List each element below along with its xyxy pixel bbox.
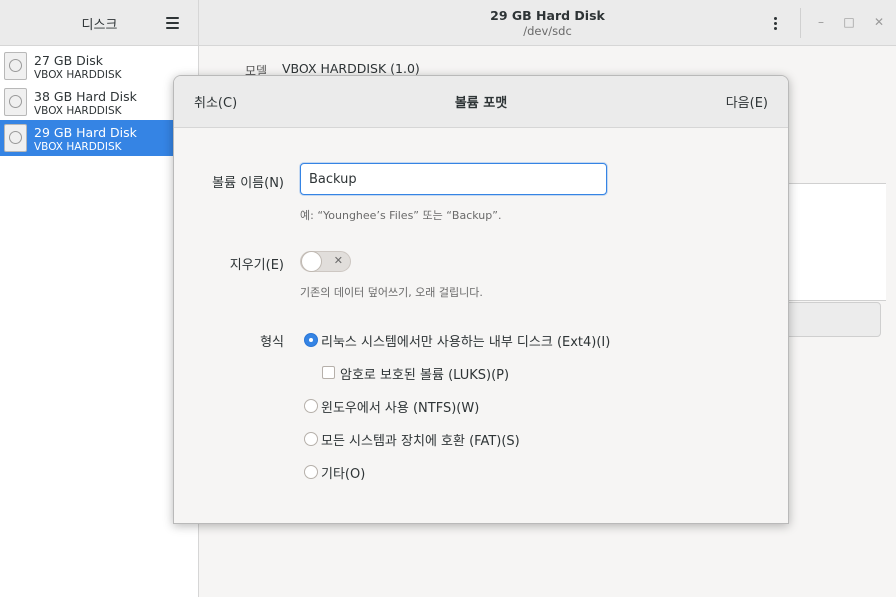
disk-item-27gb[interactable]: 27 GB Disk VBOX HARDDISK	[0, 48, 198, 84]
volume-toolbar	[787, 302, 881, 337]
option-luks-label: 암호로 보호된 볼륨 (LUKS)(P)	[340, 368, 510, 383]
dialog-title: 볼륨 포맷	[454, 96, 508, 111]
volume-name-hint: 예: “Younghee’s Files” 또는 “Backup”.	[300, 209, 502, 222]
cancel-button[interactable]: 취소(C)	[194, 92, 237, 111]
hard-disk-icon	[4, 124, 27, 152]
hard-disk-icon	[4, 52, 27, 80]
next-button[interactable]: 다음(E)	[726, 92, 768, 111]
volume-name-input[interactable]	[300, 163, 607, 195]
format-volume-dialog: 취소(C) 볼륨 포맷 다음(E) 볼륨 이름(N) 예: “Younghee’…	[173, 75, 789, 524]
volume-name-label: 볼륨 이름(N)	[212, 176, 284, 191]
more-options-icon[interactable]	[764, 12, 786, 34]
checkbox-luks[interactable]	[322, 366, 335, 379]
radio-ntfs[interactable]	[304, 399, 318, 413]
volume-map[interactable]	[787, 183, 886, 301]
erase-toggle[interactable]: ✕	[300, 251, 351, 272]
disk-model: VBOX HARDDISK	[34, 105, 122, 117]
option-fat-label: 모든 시스템과 장치에 호환 (FAT)(S)	[321, 434, 520, 449]
header-separator	[800, 8, 801, 38]
erase-hint: 기존의 데이터 덮어쓰기, 오래 걸립니다.	[300, 286, 483, 299]
model-value: VBOX HARDDISK (1.0)	[282, 61, 420, 76]
disk-item-29gb[interactable]: 29 GB Hard Disk VBOX HARDDISK	[0, 120, 198, 156]
option-ntfs-label: 윈도우에서 사용 (NTFS)(W)	[321, 401, 480, 416]
toggle-off-icon: ✕	[333, 254, 343, 267]
maximize-icon[interactable]: □	[841, 14, 857, 30]
option-ext4-label: 리눅스 시스템에서만 사용하는 내부 디스크 (Ext4)(I)	[321, 335, 611, 350]
option-other-label: 기타(O)	[321, 467, 366, 482]
sidebar-header: 디스크	[0, 0, 199, 46]
disk-device-path: /dev/sdc	[523, 24, 572, 38]
disk-name: 27 GB Disk	[34, 53, 103, 68]
radio-other[interactable]	[304, 465, 318, 479]
menu-icon[interactable]	[160, 12, 184, 34]
toggle-knob	[301, 251, 322, 272]
hard-disk-icon	[4, 88, 27, 116]
type-label: 형식	[260, 335, 284, 350]
disk-model: VBOX HARDDISK	[34, 141, 122, 153]
disk-item-38gb[interactable]: 38 GB Hard Disk VBOX HARDDISK	[0, 84, 198, 120]
disk-name: 29 GB Hard Disk	[34, 125, 137, 140]
radio-fat[interactable]	[304, 432, 318, 446]
disk-list: 27 GB Disk VBOX HARDDISK 38 GB Hard Disk…	[0, 46, 199, 597]
minimize-icon[interactable]: –	[813, 14, 829, 30]
close-icon[interactable]: ✕	[871, 14, 887, 30]
erase-label: 지우기(E)	[229, 258, 284, 273]
disk-model: VBOX HARDDISK	[34, 69, 122, 81]
main-header: 29 GB Hard Disk /dev/sdc – □ ✕	[199, 0, 896, 46]
disk-title: 29 GB Hard Disk	[490, 8, 605, 23]
disk-name: 38 GB Hard Disk	[34, 89, 137, 104]
dialog-header: 취소(C) 볼륨 포맷 다음(E)	[174, 76, 788, 128]
radio-ext4[interactable]	[304, 333, 318, 347]
